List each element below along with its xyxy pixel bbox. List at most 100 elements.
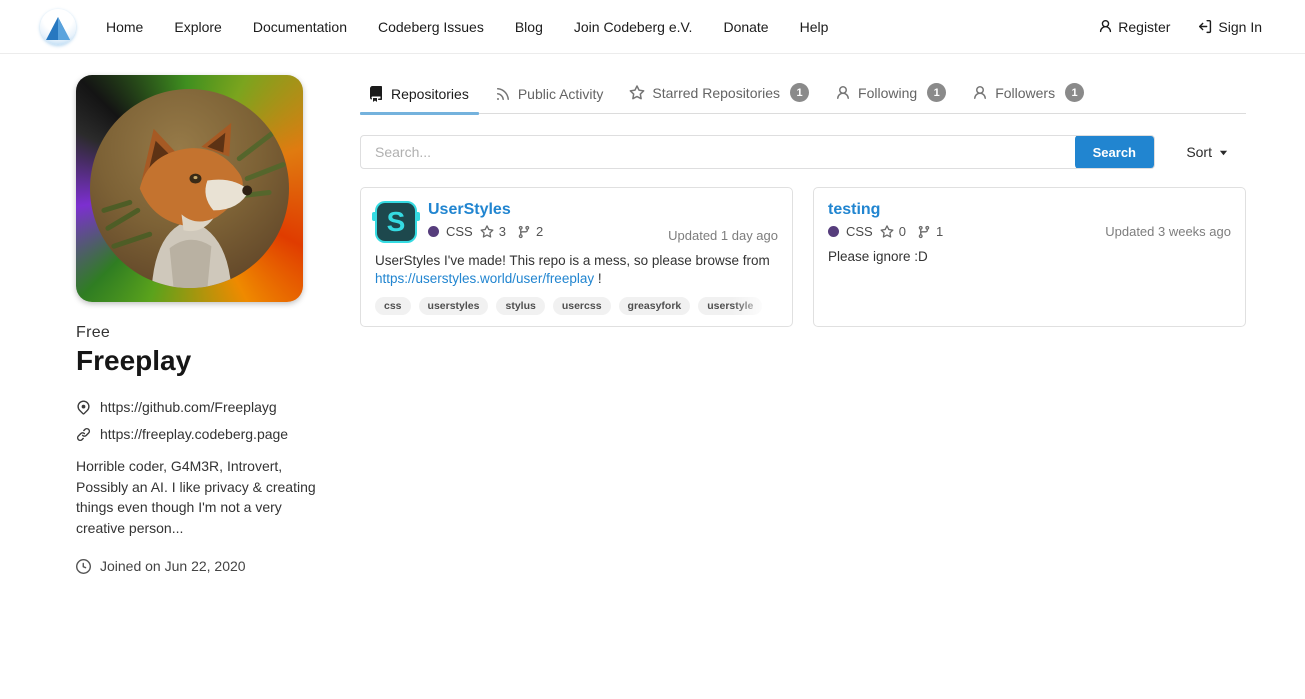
tab-public-activity-label: Public Activity [518, 86, 604, 102]
repo-title-block: UserStyles CSS 3 2 [428, 201, 547, 239]
search-input-group: Search [360, 135, 1155, 169]
repo-card-testing: testing CSS 0 1 Updated 3 weeks ago Plea… [813, 187, 1246, 327]
nav-blog[interactable]: Blog [515, 19, 543, 35]
sign-in-icon [1198, 19, 1213, 34]
tab-starred-label: Starred Repositories [652, 85, 780, 101]
nav-home[interactable]: Home [106, 19, 143, 35]
language-dot-css [828, 226, 839, 237]
tab-followers-label: Followers [995, 85, 1055, 101]
profile-sidebar: Free Freeplay https://github.com/Freepla… [76, 75, 306, 574]
star-count: 0 [899, 224, 906, 239]
nav-join-codeberg[interactable]: Join Codeberg e.V. [574, 19, 693, 35]
tab-followers[interactable]: Followers 1 [964, 75, 1094, 113]
tab-repositories-label: Repositories [391, 86, 469, 102]
link-icon [76, 427, 91, 442]
topic-chip[interactable]: usercss [553, 297, 611, 315]
nav-donate[interactable]: Donate [723, 19, 768, 35]
userstyles-repo-avatar: S [375, 201, 417, 243]
tab-following-label: Following [858, 85, 917, 101]
nav-codeberg-issues[interactable]: Codeberg Issues [378, 19, 484, 35]
profile-location-link[interactable]: https://github.com/Freeplayg [100, 399, 277, 415]
profile-website-row: https://freeplay.codeberg.page [76, 426, 306, 442]
description-link[interactable]: https://userstyles.world/user/freeplay [375, 271, 594, 286]
language-dot-css [428, 226, 439, 237]
profile-username: Freeplay [76, 345, 306, 377]
profile-tabbar: Repositories Public Activity Starred Rep… [360, 75, 1246, 114]
profile-location-row: https://github.com/Freeplayg [76, 399, 306, 415]
sort-label: Sort [1186, 144, 1212, 160]
search-input[interactable] [361, 136, 1075, 168]
star-count: 3 [499, 224, 506, 239]
repo-icon [368, 86, 384, 102]
repo-list: S UserStyles CSS 3 2 [360, 187, 1246, 327]
star-icon [480, 225, 494, 239]
page-body: Free Freeplay https://github.com/Freepla… [0, 54, 1305, 574]
tab-starred-repositories[interactable]: Starred Repositories 1 [621, 75, 819, 113]
signin-label: Sign In [1218, 19, 1262, 35]
fork-count: 1 [936, 224, 943, 239]
repo-card-userstyles: S UserStyles CSS 3 2 [360, 187, 793, 327]
repo-description: Please ignore :D [828, 248, 1231, 266]
clock-icon [76, 559, 91, 574]
profile-website-link[interactable]: https://freeplay.codeberg.page [100, 426, 288, 442]
repo-name-link[interactable]: testing [828, 201, 947, 219]
fox-photo [90, 89, 289, 288]
main-content: Repositories Public Activity Starred Rep… [360, 75, 1246, 574]
topic-chip[interactable]: userstyles [419, 297, 489, 315]
starred-count-badge: 1 [790, 83, 809, 102]
repo-title-block: testing CSS 0 1 [828, 201, 947, 239]
repo-updated: Updated 1 day ago [668, 228, 778, 243]
codeberg-logo[interactable] [40, 9, 76, 45]
search-button[interactable]: Search [1075, 135, 1154, 169]
followers-count-badge: 1 [1065, 83, 1084, 102]
avatar-right-notch [415, 212, 420, 221]
person-icon [972, 85, 988, 101]
location-pin-icon [76, 400, 91, 415]
topic-chip[interactable]: cascading-style-sheets [770, 297, 778, 315]
profile-avatar[interactable] [76, 75, 303, 302]
repo-updated: Updated 3 weeks ago [1105, 224, 1231, 239]
description-suffix: ! [594, 271, 602, 286]
language-label: CSS [446, 224, 473, 239]
repo-search-row: Search Sort [360, 135, 1246, 169]
profile-joined-row: Joined on Jun 22, 2020 [76, 558, 306, 574]
person-icon [835, 85, 851, 101]
navbar-auth: Register Sign In [1098, 19, 1262, 35]
topic-chip[interactable]: css [375, 297, 411, 315]
primary-nav: Home Explore Documentation Codeberg Issu… [106, 19, 859, 35]
repo-meta-row: CSS 3 2 [428, 224, 547, 239]
avatar-left-notch [372, 212, 377, 221]
rss-icon [495, 86, 511, 102]
profile-joined-label: Joined on Jun 22, 2020 [100, 558, 246, 574]
signin-link[interactable]: Sign In [1198, 19, 1262, 35]
following-count-badge: 1 [927, 83, 946, 102]
nav-documentation[interactable]: Documentation [253, 19, 347, 35]
register-link[interactable]: Register [1098, 19, 1170, 35]
topic-chip[interactable]: stylus [496, 297, 544, 315]
repo-name-link[interactable]: UserStyles [428, 201, 547, 219]
language-label: CSS [846, 224, 873, 239]
person-icon [1098, 19, 1113, 34]
repo-meta-row: CSS 0 1 [828, 224, 947, 239]
topic-chip[interactable]: greasyfork [619, 297, 691, 315]
tab-public-activity[interactable]: Public Activity [487, 78, 614, 113]
sort-dropdown[interactable]: Sort [1186, 144, 1228, 160]
topic-chip[interactable]: userstyle [698, 297, 762, 315]
fork-count: 2 [536, 224, 543, 239]
codeberg-mountain-icon [40, 9, 76, 45]
nav-explore[interactable]: Explore [174, 19, 221, 35]
profile-meta: https://github.com/Freeplayg https://fre… [76, 399, 306, 442]
profile-fullname: Free [76, 324, 306, 342]
fork-icon [917, 225, 931, 239]
tab-repositories[interactable]: Repositories [360, 78, 479, 113]
register-label: Register [1118, 19, 1170, 35]
nav-help[interactable]: Help [800, 19, 829, 35]
description-text: UserStyles I've made! This repo is a mes… [375, 253, 770, 268]
repo-topics: css userstyles stylus usercss greasyfork… [375, 297, 778, 315]
repo-description: UserStyles I've made! This repo is a mes… [375, 252, 778, 288]
star-icon [629, 85, 645, 101]
fox-illustration-icon [90, 89, 289, 288]
avatar-letter: S [387, 208, 406, 236]
caret-down-icon [1219, 148, 1228, 157]
tab-following[interactable]: Following 1 [827, 75, 956, 113]
